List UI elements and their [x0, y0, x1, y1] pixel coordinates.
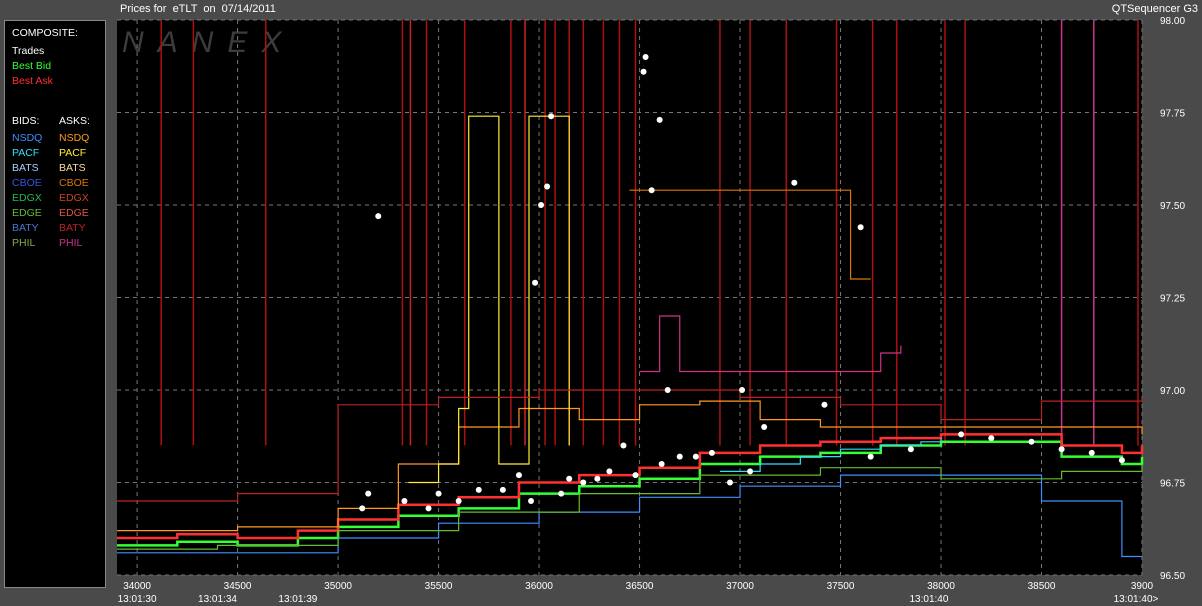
watermark: NANEX: [122, 26, 295, 59]
trade-point: [620, 442, 627, 449]
time-label: 13:01:40>: [1114, 594, 1159, 605]
trade-point: [401, 498, 408, 504]
trade-point: [726, 479, 733, 486]
trade-point: [435, 490, 442, 497]
chart-window: Prices for eTLT on 07/14/2011 QTSequence…: [0, 0, 1202, 606]
x-tick-label: 38500: [1028, 581, 1056, 592]
y-tick-label: 97.25: [1160, 294, 1185, 305]
trade-point: [821, 401, 828, 408]
trade-point: [566, 475, 573, 482]
time-label: 13:01:30: [118, 594, 157, 605]
trade-point: [365, 490, 372, 497]
trade-point: [656, 116, 663, 123]
trade-point: [988, 435, 995, 442]
time-label: 13:01:39: [278, 594, 317, 605]
x-tick-label: 34000: [123, 581, 151, 592]
trade-point: [548, 113, 555, 120]
trade-point: [640, 68, 647, 75]
trade-point: [761, 424, 768, 430]
trade-point: [1058, 446, 1065, 453]
trade-point: [708, 449, 715, 456]
trade-point: [632, 472, 639, 479]
y-tick-label: 98.00: [1160, 16, 1185, 27]
x-tick-label: 37000: [726, 581, 754, 592]
trade-point: [499, 486, 506, 493]
trade-point: [580, 479, 587, 486]
y-tick-label: 97.50: [1160, 201, 1185, 212]
trade-point: [791, 179, 798, 186]
trade-point: [658, 461, 665, 467]
trade-point: [455, 498, 462, 504]
time-label: 13:01:40: [909, 594, 948, 605]
time-label: 13:01:34: [198, 594, 237, 605]
x-tick-label: 37500: [827, 581, 855, 592]
trade-point: [692, 453, 699, 460]
x-tick-label: 36500: [626, 581, 654, 592]
trade-point: [867, 453, 874, 460]
x-tick-label: 36000: [525, 581, 553, 592]
x-tick-label: 3900: [1131, 581, 1154, 592]
trade-point: [648, 187, 655, 194]
y-tick-label: 97.00: [1160, 386, 1185, 397]
trade-point: [475, 486, 482, 493]
x-tick-label: 35500: [425, 581, 453, 592]
trade-point: [958, 431, 965, 438]
trade-point: [532, 279, 539, 286]
trade-point: [359, 505, 366, 512]
y-tick-label: 96.75: [1160, 479, 1185, 490]
trade-point: [642, 54, 649, 60]
x-tick-label: 35000: [324, 581, 352, 592]
trade-point: [544, 183, 551, 190]
trade-point: [676, 453, 683, 460]
trade-point: [1088, 449, 1095, 456]
trade-point: [425, 505, 432, 512]
trade-point: [1028, 438, 1035, 445]
x-tick-label: 34500: [224, 581, 252, 592]
trade-point: [515, 472, 522, 479]
trade-point: [747, 468, 754, 475]
trade-point: [907, 446, 914, 453]
price-chart: NANEX 96.50 96.75 97.00 97.25 97.50 97.75 98.0…: [117, 16, 1185, 605]
trade-point: [538, 202, 545, 208]
trade-point: [664, 387, 671, 393]
trade-point: [1118, 457, 1125, 464]
trade-point: [857, 224, 864, 231]
trade-point: [558, 490, 565, 497]
trade-point: [528, 498, 535, 504]
trade-point: [606, 468, 613, 475]
y-tick-label: 96.50: [1160, 571, 1185, 582]
trade-point: [375, 213, 382, 220]
y-tick-label: 97.75: [1160, 109, 1185, 120]
trade-point: [739, 387, 746, 393]
x-tick-label: 38000: [927, 581, 955, 592]
trade-point: [594, 475, 601, 482]
